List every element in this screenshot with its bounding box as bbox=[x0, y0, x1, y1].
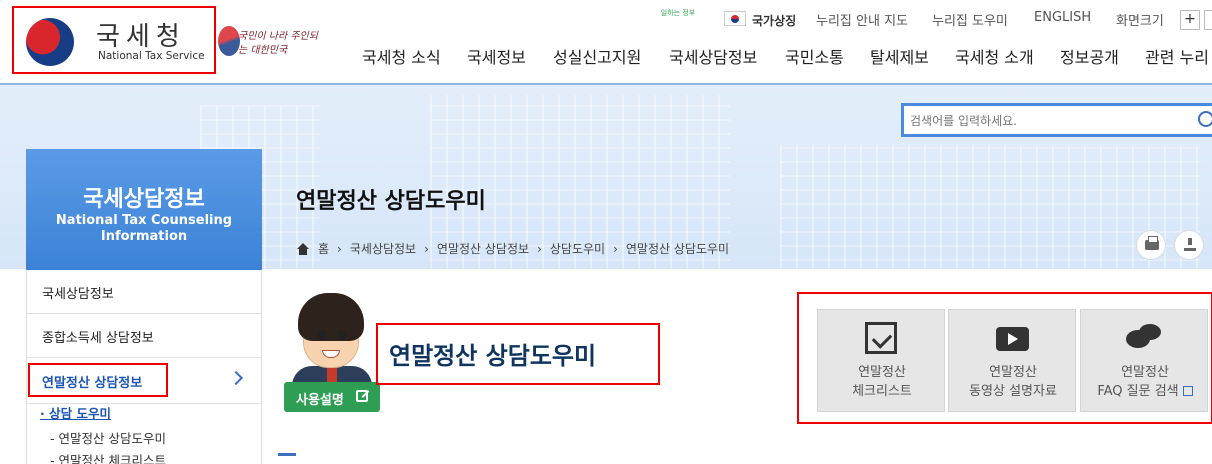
slogan-text: 국민이 나라 주인되는 대한민국 bbox=[238, 31, 318, 56]
section-title-ko: 국세상담정보 bbox=[83, 187, 205, 212]
breadcrumb: 홈 › 국세상담정보 › 연말정산 상담정보 › 상담도우미 › 연말정산 상담… bbox=[296, 240, 729, 257]
breadcrumb-separator: › bbox=[537, 241, 542, 256]
chat-icon bbox=[1126, 324, 1162, 354]
sidebar-sub-item-checklist[interactable]: - 연말정산 체크리스트 bbox=[50, 450, 166, 464]
slogan-emblem-icon bbox=[218, 26, 240, 56]
breadcrumb-separator: › bbox=[613, 241, 618, 256]
active-item-highlight bbox=[28, 363, 168, 397]
page-title: 연말정산 상담도우미 bbox=[296, 189, 486, 214]
breadcrumb-current: 연말정산 상담도우미 bbox=[625, 242, 730, 256]
checklist-icon bbox=[865, 322, 897, 354]
mascot-eye bbox=[318, 330, 326, 340]
gnb-related[interactable]: 관련 누리 bbox=[1145, 44, 1209, 68]
zoom-in-button[interactable]: + bbox=[1180, 10, 1200, 30]
util-help[interactable]: 누리집 도우미 bbox=[932, 10, 1008, 29]
util-font-size-label: 화면크기 bbox=[1116, 14, 1164, 29]
mascot-hair bbox=[298, 293, 364, 341]
breadcrumb-separator: › bbox=[337, 241, 342, 256]
sidebar-sub-item-consulting-helper[interactable]: - 연말정산 상담도우미 bbox=[50, 428, 166, 447]
logo-name-ko: 국세청 bbox=[96, 22, 186, 52]
gnb-disclosure[interactable]: 정보공개 bbox=[1060, 44, 1119, 68]
chevron-right-icon bbox=[228, 370, 244, 386]
gnb-communication[interactable]: 국민소통 bbox=[785, 44, 844, 68]
download-icon bbox=[1183, 238, 1197, 252]
sidebar-item-consulting[interactable]: 국세상담정보 bbox=[27, 270, 261, 314]
home-icon bbox=[296, 242, 310, 255]
print-button[interactable] bbox=[1136, 230, 1166, 260]
section-title-en: National Tax Counseling Information bbox=[55, 213, 233, 244]
gnb-about[interactable]: 국세청 소개 bbox=[955, 44, 1034, 68]
sidebar-item-income-tax[interactable]: 종합소득세 상담정보 bbox=[27, 314, 261, 358]
breadcrumb-item[interactable]: 연말정산 상담정보 bbox=[437, 240, 529, 257]
breadcrumb-home[interactable]: 홈 bbox=[318, 240, 329, 257]
tile-video[interactable]: 연말정산 동영상 설명자료 bbox=[948, 309, 1076, 412]
tile-label-line1: 연말정산 bbox=[858, 365, 906, 380]
logo-link[interactable]: 국세청 National Tax Service bbox=[12, 6, 216, 74]
gnb-news[interactable]: 국세청 소식 bbox=[362, 44, 441, 68]
mascot-eye bbox=[338, 330, 346, 340]
sidebar-sub-item-helper[interactable]: · 상담 도우미 bbox=[40, 403, 111, 422]
tile-label-line2: FAQ 질문 검색 bbox=[1097, 384, 1179, 399]
logo-name-en: National Tax Service bbox=[98, 50, 205, 62]
korea-flag-icon bbox=[724, 11, 746, 26]
breadcrumb-item[interactable]: 국세상담정보 bbox=[350, 240, 416, 257]
gnb-tax-info[interactable]: 국세정보 bbox=[467, 44, 526, 68]
usage-guide-label: 사용설명 bbox=[296, 393, 344, 408]
zoom-out-button[interactable] bbox=[1204, 10, 1212, 30]
util-national-symbol[interactable]: 국가상징 bbox=[752, 12, 796, 29]
video-icon bbox=[996, 327, 1029, 351]
usage-guide-button[interactable]: 사용설명 bbox=[284, 382, 380, 412]
tile-label: 연말정산 체크리스트 bbox=[818, 363, 946, 401]
tile-label-line2: 체크리스트 bbox=[852, 384, 912, 399]
download-button[interactable] bbox=[1174, 230, 1204, 260]
section-header: 국세상담정보 National Tax Counseling Informati… bbox=[26, 149, 262, 270]
external-link-icon bbox=[1182, 386, 1193, 396]
tile-label-line1: 연말정산 bbox=[989, 365, 1037, 380]
external-link-icon bbox=[356, 390, 368, 402]
gnb-consulting[interactable]: 국세상담정보 bbox=[669, 44, 757, 68]
tile-label: 연말정산 동영상 설명자료 bbox=[949, 363, 1077, 401]
search-input[interactable] bbox=[910, 111, 1180, 131]
util-english[interactable]: ENGLISH bbox=[1034, 10, 1091, 25]
content-heading: 연말정산 상담도우미 bbox=[389, 342, 597, 370]
nts-emblem-icon bbox=[26, 18, 74, 66]
gnb-report[interactable]: 탈세제보 bbox=[870, 44, 929, 68]
print-icon bbox=[1145, 236, 1159, 250]
tile-checklist[interactable]: 연말정산 체크리스트 bbox=[817, 309, 945, 412]
breadcrumb-item[interactable]: 상담도우미 bbox=[550, 240, 605, 257]
tile-label: 연말정산 FAQ 질문 검색 bbox=[1081, 363, 1209, 401]
breadcrumb-separator: › bbox=[424, 241, 429, 256]
search-box bbox=[901, 103, 1212, 137]
tile-label-line1: 연말정산 bbox=[1121, 365, 1169, 380]
tile-faq[interactable]: 연말정산 FAQ 질문 검색 bbox=[1080, 309, 1208, 412]
section-divider bbox=[278, 453, 296, 456]
search-icon[interactable] bbox=[1198, 111, 1212, 127]
gov-badge: 일하는 정부 bbox=[660, 9, 696, 17]
util-sitemap[interactable]: 누리집 안내 지도 bbox=[816, 10, 908, 29]
tile-label-line2: 동영상 설명자료 bbox=[969, 384, 1057, 399]
gnb-filing-support[interactable]: 성실신고지원 bbox=[553, 44, 641, 68]
